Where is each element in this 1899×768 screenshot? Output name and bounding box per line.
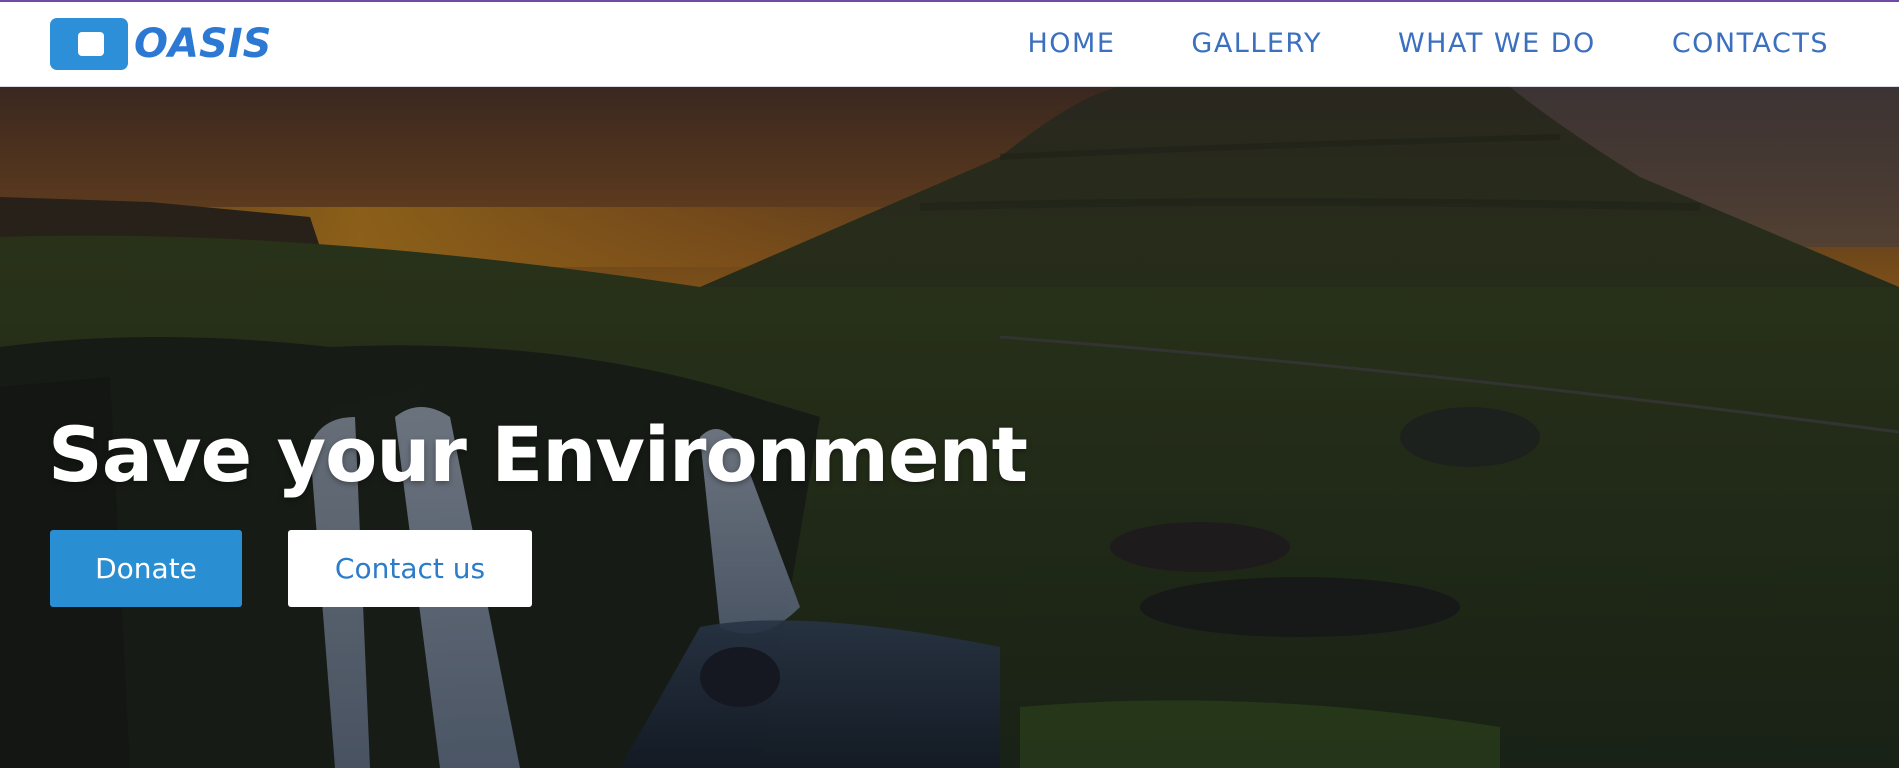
navbar: OASIS HOME GALLERY WHAT WE DO CONTACTS: [0, 2, 1899, 87]
nav-home[interactable]: HOME: [1027, 28, 1115, 59]
square-logo-icon: [50, 18, 128, 70]
nav-what-we-do[interactable]: WHAT WE DO: [1398, 28, 1596, 59]
hero-section: Save your Environment Donate Contact us: [0, 87, 1899, 768]
main-nav: HOME GALLERY WHAT WE DO CONTACTS: [951, 28, 1829, 59]
hero-title: Save your Environment: [48, 409, 1028, 499]
brand-logo[interactable]: OASIS: [50, 18, 271, 70]
nav-gallery[interactable]: GALLERY: [1191, 28, 1322, 59]
donate-button[interactable]: Donate: [50, 530, 242, 607]
nav-contacts[interactable]: CONTACTS: [1672, 28, 1829, 59]
brand-name: OASIS: [134, 21, 272, 67]
contact-us-button[interactable]: Contact us: [288, 530, 532, 607]
